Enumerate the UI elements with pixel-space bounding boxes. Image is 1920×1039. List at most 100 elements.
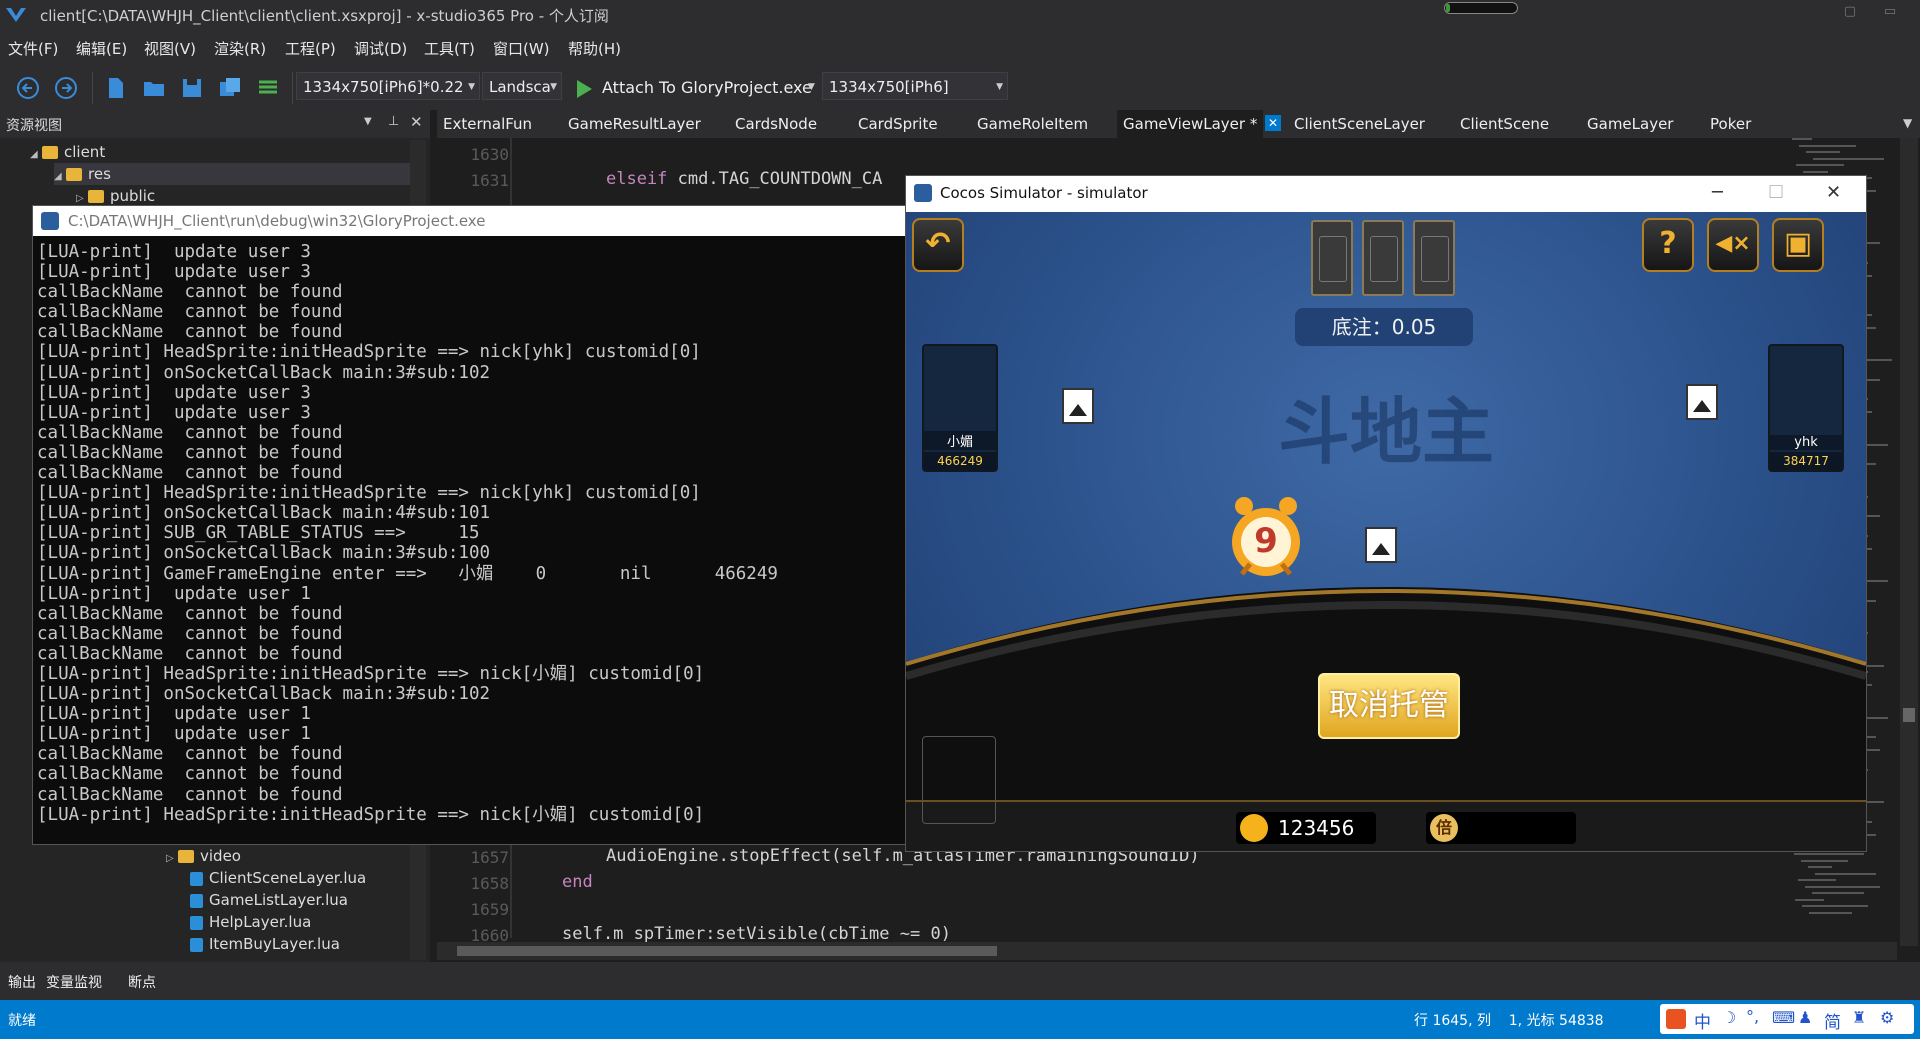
simulator-window[interactable]: Cocos Simulator - simulator ─ ☐ ✕ 斗地主 ↶ … bbox=[905, 175, 1867, 852]
lua-file-icon bbox=[190, 937, 203, 952]
code-keyword: elseif bbox=[606, 169, 668, 189]
close-icon[interactable]: ✕ bbox=[410, 113, 423, 131]
back-button[interactable]: ↶ bbox=[912, 218, 964, 272]
back-icon[interactable] bbox=[16, 76, 40, 100]
tab-output[interactable]: 输出 bbox=[8, 972, 36, 992]
editor-vertical-scrollbar[interactable] bbox=[1900, 138, 1918, 946]
minimap-line bbox=[1795, 898, 1824, 901]
tree-item-file[interactable]: GameListLayer.lua bbox=[190, 889, 348, 911]
resolution2-value: 1334x750[iPh6] bbox=[829, 78, 949, 96]
line-number: 1659 bbox=[470, 900, 509, 919]
left-player-name: 小媚 bbox=[924, 431, 996, 450]
tab-cardsprite[interactable]: CardSprite bbox=[858, 115, 938, 133]
console-line: [LUA-print] update user 1 bbox=[37, 704, 311, 725]
person-icon[interactable]: ♟ bbox=[1798, 1008, 1812, 1027]
resolution2-select[interactable]: 1334x750[iPh6] ▼ bbox=[822, 72, 1008, 100]
open-folder-icon[interactable] bbox=[142, 76, 166, 100]
console-line: callBackName cannot be found bbox=[37, 784, 343, 805]
menu-file[interactable]: 文件(F) bbox=[8, 38, 58, 59]
minimize-button[interactable]: ▢ bbox=[1840, 4, 1860, 20]
format-lines-icon[interactable] bbox=[256, 76, 280, 100]
scroll-thumb[interactable] bbox=[457, 946, 997, 956]
keyboard-icon[interactable]: ⌨ bbox=[1772, 1008, 1795, 1027]
tree-item-res[interactable]: ◢ res bbox=[54, 163, 414, 185]
tree-item-video[interactable]: ▷ video bbox=[166, 845, 241, 867]
maximize-icon[interactable]: ☐ bbox=[1768, 182, 1784, 203]
tab-cardsnode[interactable]: CardsNode bbox=[735, 115, 817, 133]
close-icon[interactable]: ✕ bbox=[1826, 182, 1841, 203]
skin-icon[interactable]: ♜ bbox=[1852, 1008, 1866, 1027]
window-title: client[C:\DATA\WHJH_Client\client\client… bbox=[40, 7, 609, 25]
menu-window[interactable]: 窗口(W) bbox=[493, 38, 550, 59]
minimize-icon[interactable]: ─ bbox=[1712, 182, 1723, 203]
menu-project[interactable]: 工程(P) bbox=[285, 38, 336, 59]
tree-item-client[interactable]: ◢ client bbox=[30, 141, 105, 163]
attach-button[interactable]: Attach To GloryProject.exe bbox=[602, 78, 812, 97]
tab-gameresultlayer[interactable]: GameResultLayer bbox=[568, 115, 701, 133]
console-line: callBackName cannot be found bbox=[37, 422, 343, 443]
ime-toolbar[interactable]: 中 ☽ °, ⌨ ♟ 简 ♜ ⚙ bbox=[1660, 1004, 1914, 1034]
tab-overflow-icon[interactable]: ▼ bbox=[1903, 116, 1912, 130]
tab-clientscene[interactable]: ClientScene bbox=[1460, 115, 1549, 133]
minimap-line bbox=[1802, 905, 1868, 907]
menu-help[interactable]: 帮助(H) bbox=[568, 38, 621, 59]
menu-edit[interactable]: 编辑(E) bbox=[76, 38, 127, 59]
minimap-line bbox=[1803, 170, 1828, 173]
settings-icon[interactable]: ⚙ bbox=[1880, 1008, 1894, 1027]
play-icon[interactable] bbox=[572, 77, 596, 101]
tree-item-file[interactable]: ClientSceneLayer.lua bbox=[190, 867, 366, 889]
punctuation-icon[interactable]: °, bbox=[1746, 1007, 1759, 1026]
chevron-down-icon[interactable]: ▼ bbox=[364, 116, 372, 127]
tab-poker[interactable]: Poker bbox=[1710, 115, 1751, 133]
moon-icon[interactable]: ☽ bbox=[1722, 1008, 1736, 1027]
close-tab-icon[interactable]: ✕ bbox=[1265, 115, 1281, 131]
tab-watch[interactable]: 变量监视 bbox=[46, 972, 102, 992]
cancel-auto-button[interactable]: 取消托管 bbox=[1318, 673, 1460, 739]
tree-item-public[interactable]: ▷ public bbox=[76, 185, 155, 207]
tab-breakpoints[interactable]: 断点 bbox=[128, 972, 156, 992]
console-line: callBackName cannot be found bbox=[37, 302, 343, 323]
tree-item-file[interactable]: HelpLayer.lua bbox=[190, 911, 311, 933]
tab-gamelayer[interactable]: GameLayer bbox=[1587, 115, 1673, 133]
editor-horizontal-scrollbar[interactable] bbox=[437, 942, 1897, 960]
save-icon[interactable] bbox=[180, 76, 204, 100]
forward-icon[interactable] bbox=[54, 76, 78, 100]
tree-item-file[interactable]: ItemBuyLayer.lua bbox=[190, 933, 340, 955]
menu-tools[interactable]: 工具(T) bbox=[424, 38, 475, 59]
minimap-line bbox=[1805, 885, 1880, 888]
save-all-icon[interactable] bbox=[218, 76, 242, 100]
ime-mode-chinese[interactable]: 中 bbox=[1694, 1008, 1711, 1033]
menu-render[interactable]: 渲染(R) bbox=[214, 38, 266, 59]
console-window[interactable]: C:\DATA\WHJH_Client\run\debug\win32\Glor… bbox=[32, 205, 909, 845]
tab-gameviewlayer[interactable]: GameViewLayer * bbox=[1117, 110, 1264, 138]
right-player-avatar: yhk 384717 bbox=[1768, 344, 1844, 472]
tab-clientscenelayer[interactable]: ClientSceneLayer bbox=[1294, 115, 1425, 133]
menu-debug[interactable]: 调试(D) bbox=[354, 38, 407, 59]
resolution-select[interactable]: 1334x750[iPh6]*0.22 ▼ bbox=[296, 72, 480, 100]
simulator-title: Cocos Simulator - simulator bbox=[940, 184, 1148, 202]
robot-button[interactable]: ▣ bbox=[1772, 218, 1824, 272]
chevron-down-icon[interactable]: ▼ bbox=[808, 82, 815, 92]
mute-button[interactable]: ◀× bbox=[1707, 218, 1759, 272]
lua-file-icon bbox=[190, 915, 203, 930]
new-file-icon[interactable] bbox=[104, 76, 128, 100]
tab-gameroleitem[interactable]: GameRoleItem bbox=[977, 115, 1088, 133]
menu-bar: 文件(F) 编辑(E) 视图(V) 渲染(R) 工程(P) 调试(D) 工具(T… bbox=[0, 30, 1920, 64]
menu-view[interactable]: 视图(V) bbox=[144, 38, 196, 59]
scroll-thumb[interactable] bbox=[1903, 708, 1915, 722]
orientation-select[interactable]: Landsca ▼ bbox=[482, 72, 562, 100]
code-line: end bbox=[562, 872, 593, 892]
minimap-line bbox=[1792, 138, 1812, 140]
ime-simplified[interactable]: 简 bbox=[1824, 1008, 1841, 1033]
console-title-bar: C:\DATA\WHJH_Client\run\debug\win32\Glor… bbox=[33, 206, 908, 236]
maximize-button[interactable]: ▭ bbox=[1880, 4, 1900, 20]
help-button[interactable]: ? bbox=[1642, 218, 1694, 272]
code-line: self.m_spTimer:setVisible(cbTime ~= 0) bbox=[562, 924, 951, 944]
base-bet-label: 底注：0.05 bbox=[1295, 308, 1473, 346]
pin-icon[interactable]: ⊥ bbox=[388, 114, 399, 129]
tab-externalfun[interactable]: ExternalFun bbox=[443, 115, 532, 133]
sogou-icon[interactable] bbox=[1666, 1009, 1686, 1029]
game-canvas[interactable]: 斗地主 ↶ ? ◀× ▣ 底注：0.05 小媚 466249 yhk 38471… bbox=[906, 212, 1866, 851]
app-logo-icon bbox=[6, 8, 26, 22]
minimap-line bbox=[1806, 151, 1840, 153]
